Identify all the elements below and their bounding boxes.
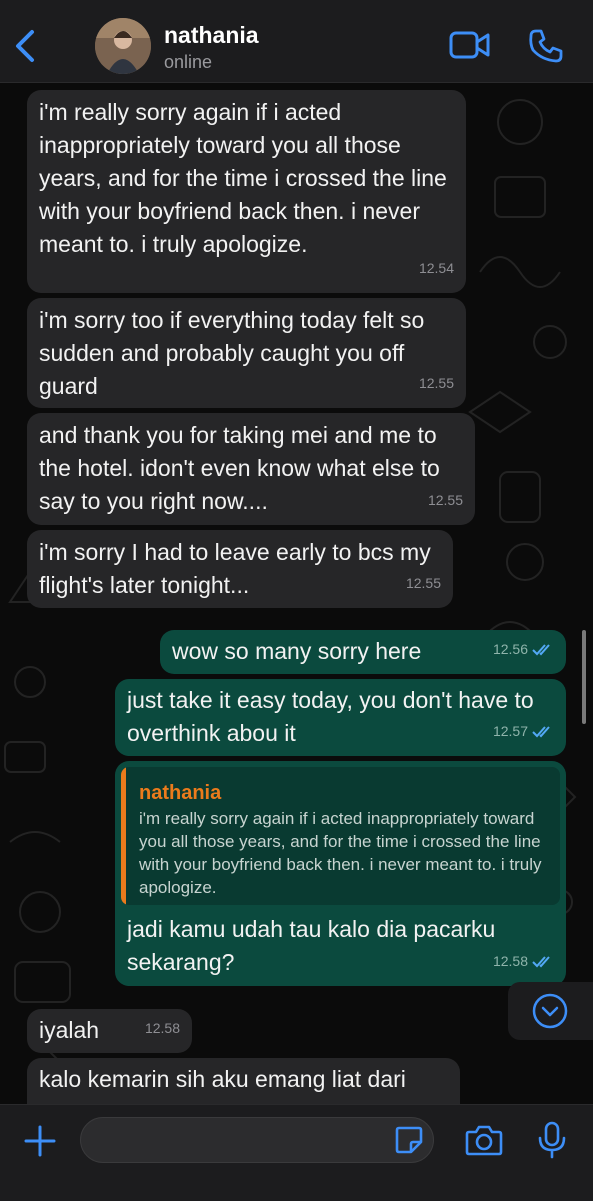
voice-call-button[interactable]	[528, 28, 564, 64]
message-text: i'm really sorry again if i acted inappr…	[39, 99, 447, 257]
message-bubble-incoming[interactable]: i'm really sorry again if i acted inappr…	[27, 90, 466, 293]
video-call-button[interactable]	[449, 30, 491, 60]
message-bubble-outgoing[interactable]: just take it easy today, you don't have …	[115, 679, 566, 756]
microphone-button[interactable]	[537, 1121, 567, 1159]
chevron-down-circle-icon	[532, 993, 568, 1029]
microphone-icon	[538, 1121, 566, 1159]
contact-name[interactable]: nathania	[164, 22, 259, 49]
message-time: 12.54	[418, 260, 454, 276]
scrollbar[interactable]	[582, 630, 586, 724]
avatar[interactable]	[95, 18, 151, 74]
quote-text: i'm really sorry again if i acted inappr…	[139, 809, 542, 897]
scroll-to-bottom-button[interactable]	[508, 982, 593, 1040]
message-text: i'm sorry too if everything today felt s…	[39, 307, 425, 399]
contact-status: online	[164, 52, 213, 72]
quote-accent-bar	[121, 767, 126, 905]
composer-bar	[0, 1104, 593, 1201]
message-input[interactable]	[80, 1117, 434, 1163]
message-bubble-incoming[interactable]: i'm sorry I had to leave early to bcs my…	[27, 530, 453, 608]
message-bubble-outgoing[interactable]: wow so many sorry here 12.56	[160, 630, 566, 674]
message-time: 12.55	[405, 575, 441, 591]
back-button[interactable]	[10, 26, 40, 66]
message-text: and thank you for taking mei and me to t…	[39, 422, 440, 514]
double-check-icon	[532, 643, 550, 655]
double-check-icon	[532, 955, 550, 967]
message-bubble-incoming[interactable]: iyalah 12.58	[27, 1009, 192, 1053]
message-time: 12.56	[493, 633, 554, 666]
sticker-icon	[395, 1126, 423, 1154]
plus-icon	[24, 1125, 56, 1157]
message-time: 12.55	[427, 492, 463, 508]
message-time: 12.55	[418, 375, 454, 391]
phone-icon	[529, 29, 563, 63]
quoted-message[interactable]: nathania i'm really sorry again if i act…	[121, 767, 560, 905]
message-time: 12.58	[144, 1020, 180, 1036]
double-check-icon	[532, 725, 550, 737]
chevron-left-icon	[16, 30, 34, 62]
message-text: i'm sorry I had to leave early to bcs my…	[39, 539, 431, 598]
message-text: just take it easy today, you don't have …	[127, 687, 534, 746]
message-time: 12.57	[493, 715, 554, 748]
quote-sender-name: nathania	[139, 782, 222, 804]
camera-icon	[465, 1125, 503, 1156]
message-text: jadi kamu udah tau kalo dia pacarku seka…	[127, 916, 496, 975]
message-text: kalo kemarin sih aku emang liat dari	[39, 1066, 406, 1092]
message-bubble-outgoing-reply[interactable]: nathania i'm really sorry again if i act…	[115, 761, 566, 986]
message-time: 12.58	[493, 945, 554, 978]
sticker-button[interactable]	[394, 1125, 424, 1155]
attach-button[interactable]	[22, 1123, 58, 1159]
chat-header: nathania online	[0, 0, 593, 83]
video-camera-icon	[449, 31, 490, 59]
camera-button[interactable]	[465, 1123, 503, 1157]
message-bubble-incoming[interactable]: and thank you for taking mei and me to t…	[27, 413, 475, 525]
message-bubble-incoming[interactable]: i'm sorry too if everything today felt s…	[27, 298, 466, 408]
